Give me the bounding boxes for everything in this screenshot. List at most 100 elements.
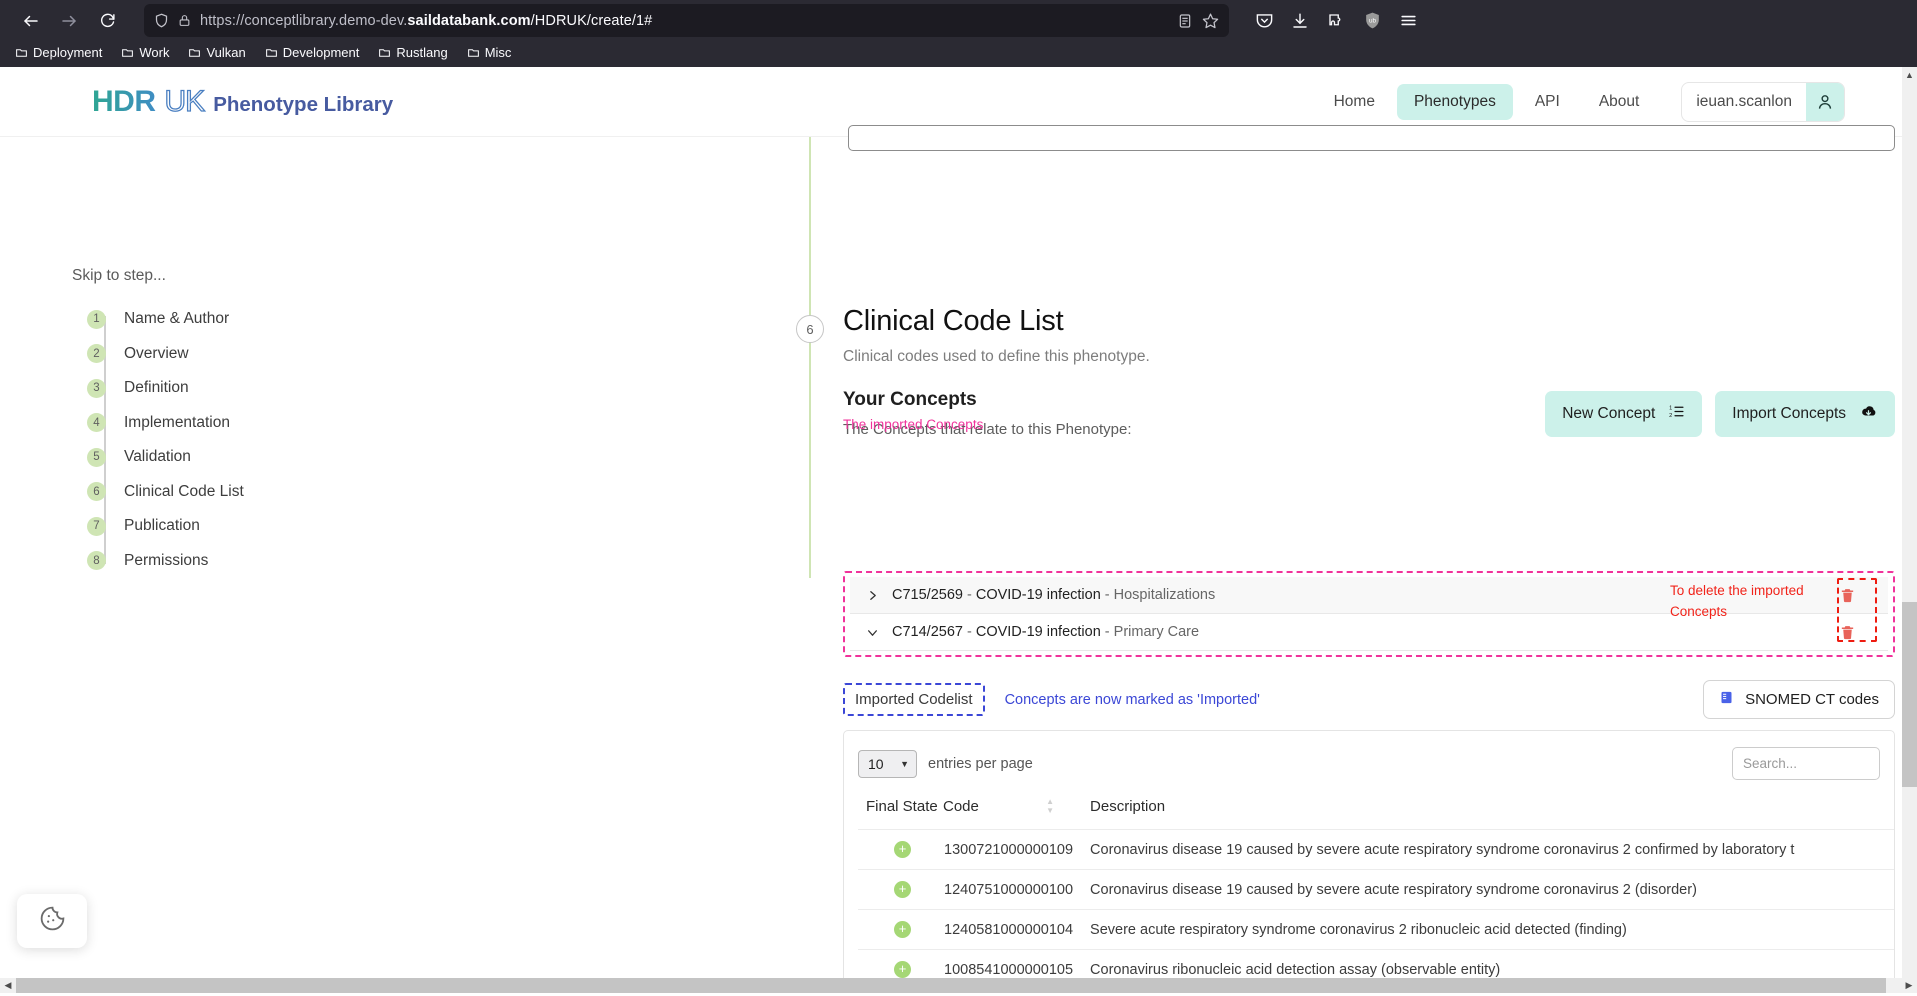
cookie-icon xyxy=(38,904,67,938)
download-icon[interactable] xyxy=(1283,4,1317,38)
ublock-icon[interactable]: ub xyxy=(1355,4,1389,38)
nav-home[interactable]: Home xyxy=(1317,84,1392,120)
page-body: Skip to step... 1 Name & Author 2 Overvi… xyxy=(0,125,1917,993)
horizontal-scrollbar-thumb[interactable] xyxy=(16,978,1886,993)
entries-per-page-control[interactable]: 10 25 50 100 ▼ xyxy=(858,749,917,778)
bookmark-label: Vulkan xyxy=(206,45,246,60)
svg-text:2: 2 xyxy=(1669,413,1672,419)
step-label: Overview xyxy=(124,344,189,362)
cookie-settings-button[interactable] xyxy=(17,894,87,948)
scroll-right-icon[interactable]: ▶ xyxy=(1901,980,1917,991)
table-header-row: Final State Code ▲ ▼ Description xyxy=(858,792,1894,830)
code-cell: 1240751000000100 xyxy=(943,869,1075,910)
nav-api[interactable]: API xyxy=(1518,84,1577,120)
codelist-toolbar: Imported Codelist Concepts are now marke… xyxy=(843,680,1895,719)
previous-section-input[interactable] xyxy=(848,125,1895,151)
table-row[interactable]: + 1240581000000104 Severe acute respirat… xyxy=(858,909,1894,950)
step-number: 1 xyxy=(87,309,106,329)
back-button[interactable] xyxy=(14,4,48,38)
bookmark-development[interactable]: Development xyxy=(258,43,367,62)
sort-indicator-icon[interactable]: ▲ ▼ xyxy=(1046,798,1054,815)
sidebar-step-implementation[interactable]: 4 Implementation xyxy=(87,406,400,441)
step-label: Permissions xyxy=(124,551,209,569)
section-step-marker: 6 xyxy=(796,315,824,343)
import-concepts-label: Import Concepts xyxy=(1732,405,1846,422)
scroll-left-icon[interactable]: ◀ xyxy=(0,980,16,991)
column-code[interactable]: Code ▲ ▼ xyxy=(943,792,1074,830)
sidebar-step-permissions[interactable]: 8 Permissions xyxy=(87,544,400,579)
final-state-cell: + xyxy=(858,909,943,950)
step-label: Validation xyxy=(124,448,191,466)
reader-view-icon[interactable] xyxy=(1177,13,1193,29)
main-content: 6 Clinical Code List Clinical codes used… xyxy=(400,125,1917,993)
bookmark-label: Misc xyxy=(484,45,512,60)
vertical-scrollbar-thumb[interactable] xyxy=(1902,602,1917,787)
chevron-right-icon[interactable] xyxy=(866,589,892,602)
plus-circle-icon: + xyxy=(894,841,911,858)
table-body: + 1300721000000109 Coronavirus disease 1… xyxy=(858,829,1894,993)
column-final-state[interactable]: Final State xyxy=(858,792,943,830)
shield-icon[interactable] xyxy=(154,13,169,28)
extensions-icon[interactable] xyxy=(1319,4,1353,38)
bookmark-vulkan[interactable]: Vulkan xyxy=(181,43,252,62)
user-menu[interactable]: ieuan.scanlon xyxy=(1681,81,1845,122)
bookmark-work[interactable]: Work xyxy=(114,43,176,62)
step-label: Clinical Code List xyxy=(124,482,244,500)
import-concepts-button[interactable]: Import Concepts xyxy=(1715,391,1895,437)
logo-uk-text: UK xyxy=(164,84,206,118)
browser-toolbar-right: ub xyxy=(1247,4,1425,38)
table-row[interactable]: + 1240751000000100 Coronavirus disease 1… xyxy=(858,869,1894,910)
code-cell: 1240581000000104 xyxy=(943,909,1075,950)
code-cell: 1300721000000109 xyxy=(943,829,1075,870)
column-code-label: Code xyxy=(943,798,979,815)
bookmark-star-icon[interactable] xyxy=(1202,12,1219,29)
bookmark-misc[interactable]: Misc xyxy=(460,43,519,62)
step-number: 7 xyxy=(87,516,106,536)
site-logo[interactable]: HDR UK Phenotype Library xyxy=(92,84,393,119)
sidebar-step-publication[interactable]: 7 Publication xyxy=(87,509,400,544)
svg-text:ub: ub xyxy=(1368,17,1376,24)
sidebar-step-validation[interactable]: 5 Validation xyxy=(87,440,400,475)
sidebar-step-name-author[interactable]: 1 Name & Author xyxy=(87,302,400,337)
forward-button[interactable] xyxy=(52,4,86,38)
snomed-ct-codes-button[interactable]: SNOMED CT codes xyxy=(1703,680,1895,719)
nav-phenotypes[interactable]: Phenotypes xyxy=(1396,83,1513,120)
description-cell: Severe acute respiratory syndrome corona… xyxy=(1074,909,1894,950)
table-row[interactable]: + 1300721000000109 Coronavirus disease 1… xyxy=(858,829,1894,870)
nav-about[interactable]: About xyxy=(1582,84,1657,120)
bookmark-label: Rustlang xyxy=(396,45,448,60)
sidebar-step-overview[interactable]: 2 Overview xyxy=(87,337,400,372)
table-header: Final State Code ▲ ▼ Description xyxy=(858,792,1894,830)
bookmark-label: Deployment xyxy=(33,45,103,60)
pocket-icon[interactable] xyxy=(1247,4,1281,38)
step-label: Implementation xyxy=(124,413,230,431)
final-state-cell: + xyxy=(858,829,943,870)
url-bar[interactable]: https://conceptlibrary.demo-dev.saildata… xyxy=(144,4,1229,37)
new-concept-button[interactable]: New Concept 12 xyxy=(1545,391,1703,437)
app-menu-icon[interactable] xyxy=(1391,4,1425,38)
chevron-down-icon[interactable] xyxy=(866,626,892,639)
scroll-up-icon[interactable]: ▲ xyxy=(1902,67,1917,83)
bookmark-rustlang[interactable]: Rustlang xyxy=(371,43,454,62)
bookmark-deployment[interactable]: Deployment xyxy=(8,43,109,62)
delete-concepts-annotation: To delete the imported Concepts xyxy=(1670,583,1804,619)
search-input[interactable] xyxy=(1732,747,1880,780)
codelist-table: Final State Code ▲ ▼ Description + 13007… xyxy=(858,792,1894,993)
entries-per-page-select[interactable]: 10 25 50 100 xyxy=(858,749,917,778)
reload-button[interactable] xyxy=(90,4,124,38)
lock-icon[interactable] xyxy=(178,14,191,27)
vertical-scrollbar[interactable]: ▲ xyxy=(1902,67,1917,993)
browser-chrome: https://conceptlibrary.demo-dev.saildata… xyxy=(0,0,1917,67)
horizontal-scrollbar[interactable]: ◀ ▶ xyxy=(0,978,1917,993)
plus-circle-icon: + xyxy=(894,921,911,938)
sidebar-step-definition[interactable]: 3 Definition xyxy=(87,371,400,406)
concept-label: C715/2569 - COVID-19 infection - Hospita… xyxy=(892,587,1216,603)
url-text[interactable]: https://conceptlibrary.demo-dev.saildata… xyxy=(200,13,1168,29)
step-list: 1 Name & Author 2 Overview 3 Definition … xyxy=(72,302,400,578)
user-icon[interactable] xyxy=(1806,82,1844,121)
final-state-cell: + xyxy=(858,869,943,910)
user-name: ieuan.scanlon xyxy=(1696,92,1792,110)
tab-imported-codelist[interactable]: Imported Codelist xyxy=(843,683,985,716)
column-description[interactable]: Description xyxy=(1074,792,1894,830)
sidebar-step-clinical-code-list[interactable]: 6 Clinical Code List xyxy=(87,475,400,510)
